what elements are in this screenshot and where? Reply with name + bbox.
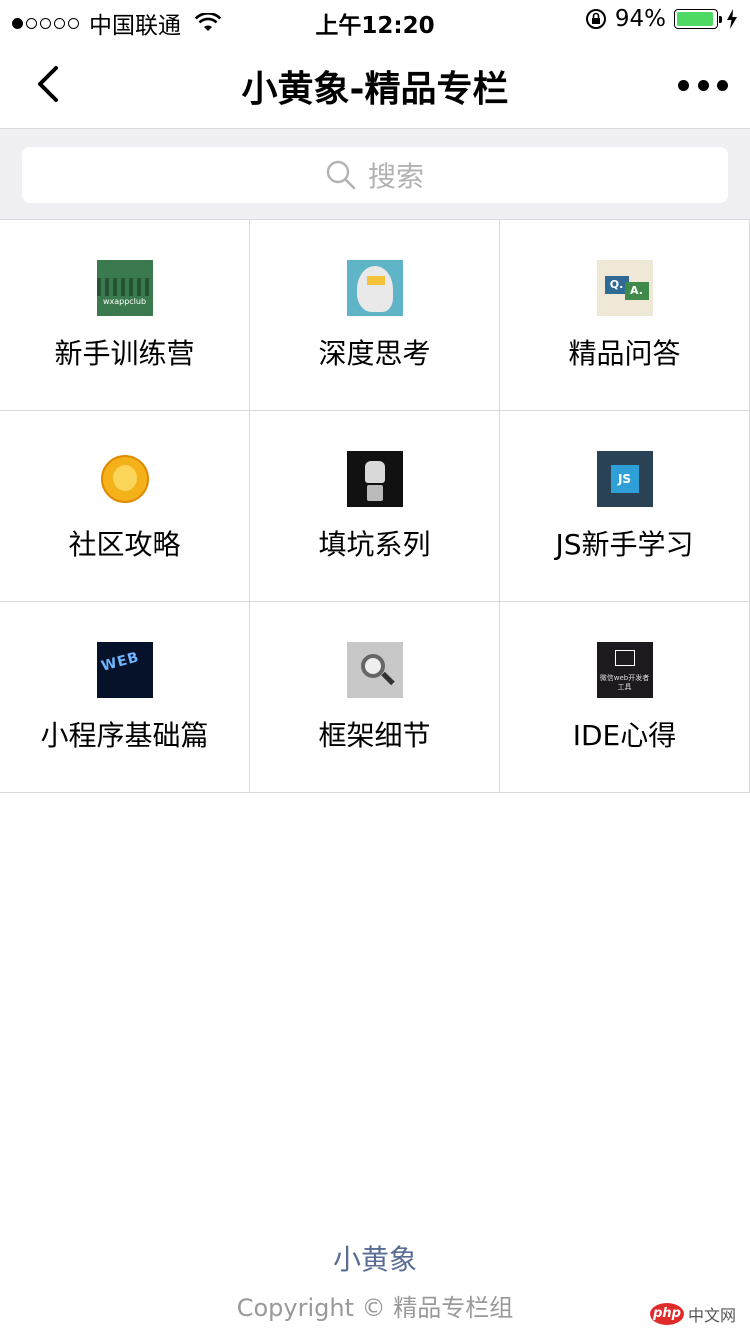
wxappclub-thumbnail: wxappclub bbox=[96, 260, 153, 316]
more-dots-icon[interactable] bbox=[678, 70, 728, 100]
battery-percent: 94% bbox=[614, 6, 666, 32]
battery-icon bbox=[674, 9, 722, 29]
search-icon bbox=[326, 160, 356, 190]
status-bar: 中国联通 上午12:20 94% bbox=[0, 0, 750, 40]
js-thumbnail: JS bbox=[596, 451, 653, 507]
search-bar: 搜索 bbox=[0, 128, 750, 220]
grid-item-label: 填坑系列 bbox=[318, 528, 431, 561]
footer-copyright: Copyright © 精品专栏组 bbox=[236, 1294, 514, 1322]
grid-item-deep-thinking[interactable]: 深度思考 bbox=[250, 220, 500, 411]
grid-item-pitfalls[interactable]: 填坑系列 bbox=[250, 411, 500, 602]
elephant-thumbnail bbox=[97, 451, 153, 507]
magnifier-thumbnail bbox=[346, 642, 403, 698]
web-development-thumbnail: WEB bbox=[96, 642, 153, 698]
qa-thumbnail: Q. A. bbox=[596, 260, 653, 316]
grid-item-label: IDE心得 bbox=[572, 719, 677, 752]
search-input[interactable]: 搜索 bbox=[22, 147, 728, 203]
ide-thumbnail: 微信web开发者工具 bbox=[596, 642, 653, 698]
grid-item-label: 深度思考 bbox=[318, 337, 431, 370]
grid-item-label: 新手训练营 bbox=[54, 337, 195, 370]
footer: 小黄象 Copyright © 精品专栏组 bbox=[0, 1238, 750, 1323]
lock-rotation-icon bbox=[585, 9, 606, 29]
grid-item-ide-notes[interactable]: 微信web开发者工具 IDE心得 bbox=[500, 602, 750, 793]
grid-item-community-guide[interactable]: 社区攻略 bbox=[0, 411, 250, 602]
grid-item-js-learning[interactable]: JS JS新手学习 bbox=[500, 411, 750, 602]
grid-item-qa[interactable]: Q. A. 精品问答 bbox=[500, 220, 750, 411]
watermark-brand: php bbox=[650, 1303, 684, 1325]
grid-item-label: 小程序基础篇 bbox=[40, 719, 209, 752]
status-right: 94% bbox=[585, 6, 738, 32]
grid-item-label: 社区攻略 bbox=[68, 528, 181, 561]
grid-item-label: 框架细节 bbox=[318, 719, 431, 752]
ideas-head-thumbnail bbox=[346, 260, 403, 316]
charging-bolt-icon bbox=[727, 9, 737, 29]
grid-item-framework-details[interactable]: 框架细节 bbox=[250, 602, 500, 793]
grid-item-miniprogram-basics[interactable]: WEB 小程序基础篇 bbox=[0, 602, 250, 793]
category-grid: wxappclub 新手训练营 深度思考 Q. A. 精品问答 社区攻略 填坑系… bbox=[0, 220, 750, 793]
nav-bar: 小黄象-精品专栏 bbox=[0, 40, 750, 128]
grid-item-newbie-camp[interactable]: wxappclub 新手训练营 bbox=[0, 220, 250, 411]
battery-fill bbox=[677, 12, 713, 26]
robot-thumbnail bbox=[346, 451, 403, 507]
watermark-text: 中文网 bbox=[688, 1306, 737, 1325]
grid-item-label: 精品问答 bbox=[568, 337, 681, 370]
php-watermark: php 中文网 bbox=[650, 1300, 742, 1328]
footer-link[interactable]: 小黄象 bbox=[0, 1238, 750, 1278]
grid-item-label: JS新手学习 bbox=[555, 528, 694, 561]
page-title: 小黄象-精品专栏 bbox=[241, 69, 509, 110]
search-placeholder: 搜索 bbox=[367, 160, 424, 193]
